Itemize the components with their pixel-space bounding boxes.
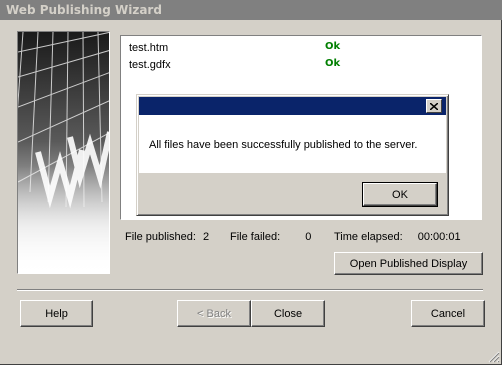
window-title: Web Publishing Wizard xyxy=(6,3,162,17)
file-status: Ok xyxy=(325,41,341,52)
divider xyxy=(17,289,483,291)
time-elapsed-value: 00:00:01 xyxy=(417,231,461,243)
time-elapsed-label: Time elapsed: xyxy=(334,231,403,243)
close-icon xyxy=(430,102,438,110)
dialog-close-button[interactable] xyxy=(426,99,442,113)
files-failed-label: File failed: xyxy=(230,231,281,243)
cancel-button[interactable]: Cancel xyxy=(411,300,485,327)
close-button[interactable]: Close xyxy=(251,300,325,327)
wizard-banner-image xyxy=(17,31,110,274)
open-published-display-button[interactable]: Open Published Display xyxy=(334,252,483,275)
files-published-value: 2 xyxy=(203,231,210,243)
window-titlebar[interactable]: Web Publishing Wizard xyxy=(0,0,502,20)
files-published-label: File published: xyxy=(125,231,196,243)
wire-frame-illustration-icon xyxy=(18,32,109,273)
files-published-stat: File published: 2 xyxy=(125,231,209,243)
dialog-titlebar[interactable] xyxy=(139,97,446,115)
file-name: test.gdfx xyxy=(129,59,171,71)
list-item[interactable]: test.htm xyxy=(129,42,168,54)
publish-complete-dialog: All files have been successfully publish… xyxy=(136,94,449,216)
files-failed-value: 0 xyxy=(305,231,312,243)
resize-grip-icon[interactable] xyxy=(488,351,500,363)
file-status: Ok xyxy=(325,58,341,69)
dialog-message: All files have been successfully publish… xyxy=(149,139,418,151)
list-item[interactable]: test.gdfx xyxy=(129,59,171,71)
dialog-body: All files have been successfully publish… xyxy=(139,115,446,173)
files-failed-stat: File failed: 0 xyxy=(230,231,311,243)
ok-button[interactable]: OK xyxy=(362,182,438,207)
help-button[interactable]: Help xyxy=(20,300,93,327)
time-elapsed-stat: Time elapsed: 00:00:01 xyxy=(334,231,461,243)
file-name: test.htm xyxy=(129,42,169,54)
back-button[interactable]: < Back xyxy=(177,300,251,327)
